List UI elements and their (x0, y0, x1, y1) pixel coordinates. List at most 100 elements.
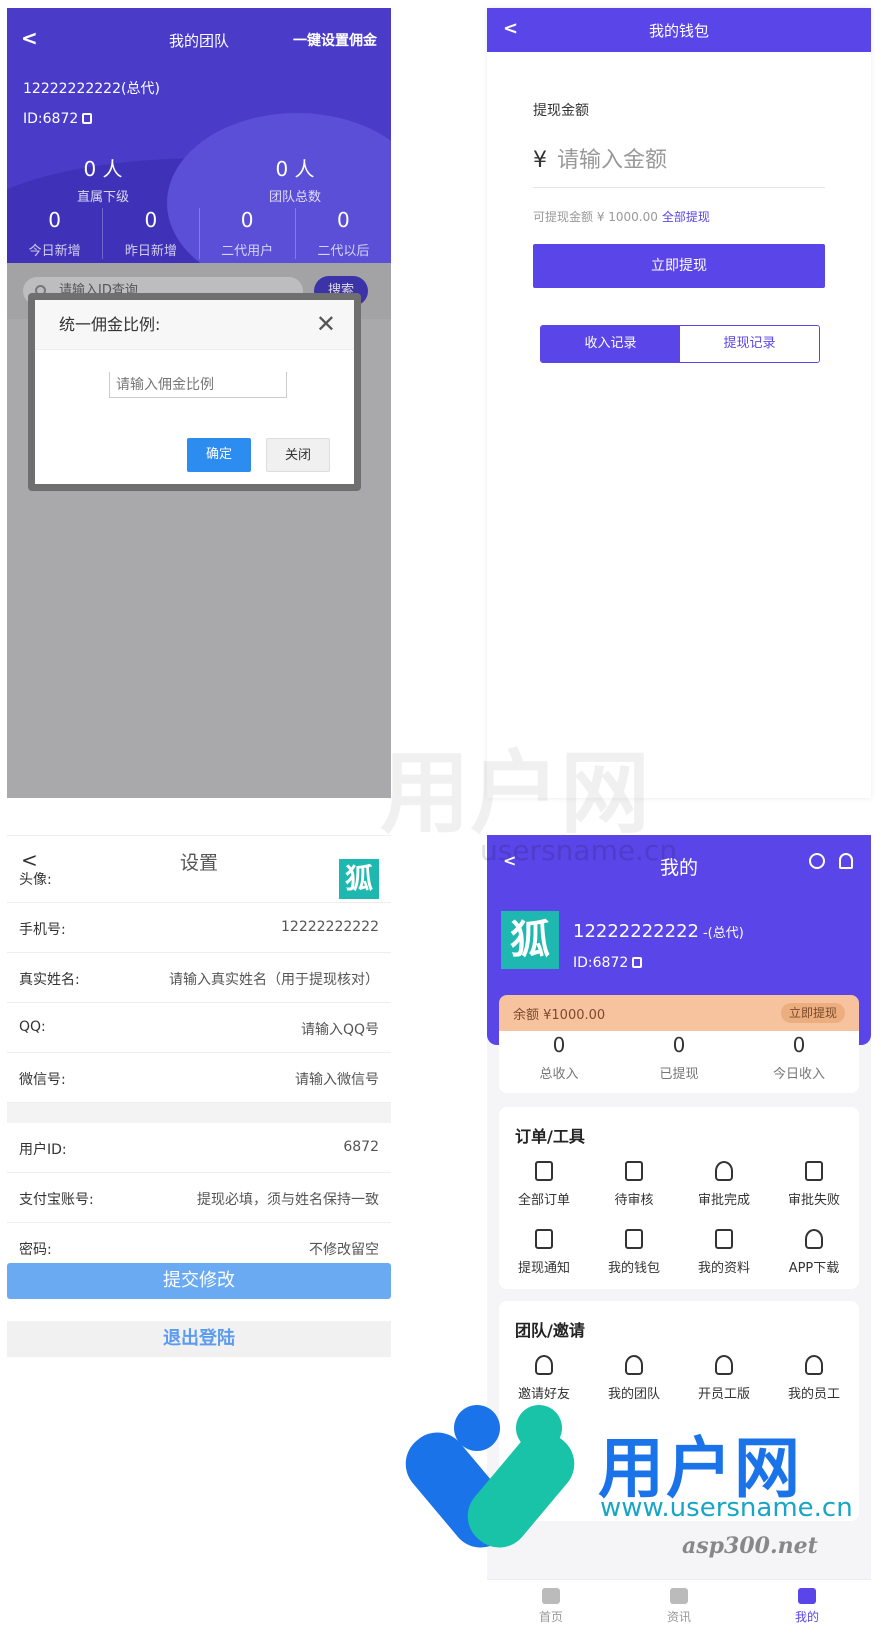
stat-value: 0 (240, 208, 254, 232)
stat-label: 今日收入 (772, 1067, 825, 1082)
users-icon (625, 1355, 643, 1375)
faint-watermark: 用户网 (380, 741, 650, 846)
wallet-icon (625, 1229, 643, 1249)
menu-label: 我的员工 (787, 1387, 840, 1402)
set-commission-button[interactable]: 一键设置佣金 (293, 30, 377, 50)
menu-approved[interactable]: 审批完成 (679, 1155, 769, 1223)
user-icon (805, 1355, 823, 1375)
menu-label: 待审核 (614, 1193, 654, 1208)
menu-label: APP下载 (788, 1261, 840, 1276)
row-label: 用户ID: (19, 1142, 67, 1158)
menu-label: 提现通知 (517, 1261, 570, 1276)
menu-label: 全部订单 (517, 1193, 570, 1208)
user-phone: 12222222222 -(总代) (573, 921, 744, 942)
withdraw-button[interactable]: 立即提现 (533, 244, 825, 288)
wallet-header: < 我的钱包 (487, 8, 871, 52)
record-tabs: 收入记录 提现记录 (540, 325, 820, 363)
team-panel: < 我的团队 一键设置佣金 12222222222(总代) ID:6872 0 … (7, 8, 391, 798)
direct-count-value: 0 人 (83, 157, 123, 181)
tab-income-records[interactable]: 收入记录 (541, 326, 680, 362)
avatar[interactable]: 狐 (501, 911, 559, 969)
qq-input[interactable]: 请输入QQ号 (301, 1019, 379, 1039)
menu-my-profile[interactable]: 我的资料 (679, 1223, 769, 1291)
section-gap (7, 1103, 391, 1123)
team-stats: 0 今日新增 0 昨日新增 0 二代用户 0 二代以后 (7, 208, 391, 259)
wechat-input[interactable]: 请输入微信号 (295, 1069, 379, 1089)
faint-watermark-url: usersname.cn (480, 834, 678, 867)
amount-label: 提现金额 (533, 103, 589, 119)
row-label: 头像: (19, 872, 52, 888)
close-icon[interactable]: ✕ (316, 312, 336, 336)
row-value: 12222222222 (281, 919, 379, 935)
settings-row-wechat[interactable]: 微信号: 请输入微信号 (7, 1053, 391, 1103)
avatar[interactable]: 狐 (339, 859, 379, 899)
amount-input[interactable]: ¥ 请输入金额 (533, 142, 825, 188)
menu-label: 邀请好友 (517, 1387, 570, 1402)
copy-icon[interactable] (632, 957, 643, 968)
orders-card: 订单/工具 全部订单 待审核 审批完成 审批失败 提现通知 我的钱包 我的资料 … (499, 1107, 859, 1289)
balance-text: 余额 ¥1000.00 (513, 1008, 606, 1023)
available-text: 可提现金额 ¥ 1000.00 (533, 210, 658, 224)
commission-input[interactable]: 请输入佣金比例 (109, 372, 287, 398)
stat-withdrawn: 0 已提现 (619, 1031, 739, 1093)
close-button[interactable]: 关闭 (266, 438, 330, 472)
row-label: 微信号: (19, 1072, 66, 1088)
settings-row-qq[interactable]: QQ: 请输入QQ号 (7, 1003, 391, 1053)
bell-icon[interactable] (839, 853, 853, 869)
logo-dot (454, 1405, 500, 1451)
row-label: 支付宝账号: (19, 1192, 94, 1208)
cross-doc-icon (805, 1161, 823, 1181)
withdraw-button[interactable]: 立即提现 (780, 1003, 845, 1023)
stat-second-gen: 0 二代用户 (200, 208, 296, 259)
menu-withdraw-notice[interactable]: 提现通知 (499, 1223, 589, 1291)
alipay-input[interactable]: 提现必填，须与姓名保持一致 (197, 1189, 379, 1209)
withdraw-all-link[interactable]: 全部提现 (662, 210, 710, 224)
stat-label: 二代用户 (221, 244, 274, 259)
stat-value: 0 (337, 208, 350, 232)
available-amount: 可提现金额 ¥ 1000.00 全部提现 (533, 208, 710, 225)
menu-app-download[interactable]: APP下载 (769, 1223, 859, 1291)
page-title: 我的钱包 (648, 22, 709, 40)
user-level: -(总代) (702, 926, 744, 941)
menu-label: 开员工版 (697, 1387, 750, 1402)
menu-all-orders[interactable]: 全部订单 (499, 1155, 589, 1223)
settings-row-realname[interactable]: 真实姓名: 请输入真实姓名（用于提现核对） (7, 953, 391, 1003)
brand-watermark: 用户网 www.usersname.cn asp300.net (393, 1405, 881, 1639)
orders-title: 订单/工具 (515, 1127, 585, 1146)
password-input[interactable]: 不修改留空 (309, 1239, 379, 1259)
stat-yesterday: 0 昨日新增 (103, 208, 200, 259)
submit-button[interactable]: 提交修改 (7, 1263, 391, 1299)
logout-button[interactable]: 退出登陆 (7, 1321, 391, 1357)
user-id-text: ID:6872 (23, 111, 79, 127)
menu-label: 审批失败 (787, 1193, 840, 1208)
stat-label: 今日新增 (28, 244, 81, 259)
gear-icon[interactable] (809, 853, 825, 869)
currency-symbol: ¥ (533, 148, 547, 173)
settings-row-alipay[interactable]: 支付宝账号: 提现必填，须与姓名保持一致 (7, 1173, 391, 1223)
logo-dot (516, 1405, 562, 1451)
menu-rejected[interactable]: 审批失败 (769, 1155, 859, 1223)
realname-input[interactable]: 请输入真实姓名（用于提现核对） (169, 969, 379, 989)
cloud-download-icon (805, 1229, 823, 1249)
user-badge-icon (715, 1355, 733, 1375)
menu-label: 我的团队 (607, 1387, 660, 1402)
brand-url: www.usersname.cn (600, 1493, 853, 1523)
orders-grid: 全部订单 待审核 审批完成 审批失败 提现通知 我的钱包 我的资料 APP下载 (499, 1155, 859, 1291)
tab-withdraw-records[interactable]: 提现记录 (680, 326, 819, 362)
stat-value: 0 (144, 208, 158, 232)
check-doc-icon (625, 1161, 643, 1181)
menu-pending[interactable]: 待审核 (589, 1155, 679, 1223)
user-id: ID:6872 (23, 111, 93, 127)
stat-label: 已提现 (659, 1067, 699, 1082)
copy-icon[interactable] (82, 113, 93, 124)
menu-my-wallet[interactable]: 我的钱包 (589, 1223, 679, 1291)
user-id: ID:6872 (573, 955, 643, 971)
stat-value: 0 (48, 208, 61, 232)
stat-label: 昨日新增 (124, 244, 177, 259)
stat-value: 0 (792, 1033, 806, 1057)
menu-label: 审批完成 (697, 1193, 750, 1208)
settings-row-avatar[interactable]: 头像: 狐 (7, 853, 391, 903)
stat-today-income: 0 今日收入 (739, 1031, 859, 1093)
modal-title: 统一佣金比例: (35, 300, 354, 350)
confirm-button[interactable]: 确定 (187, 438, 251, 472)
